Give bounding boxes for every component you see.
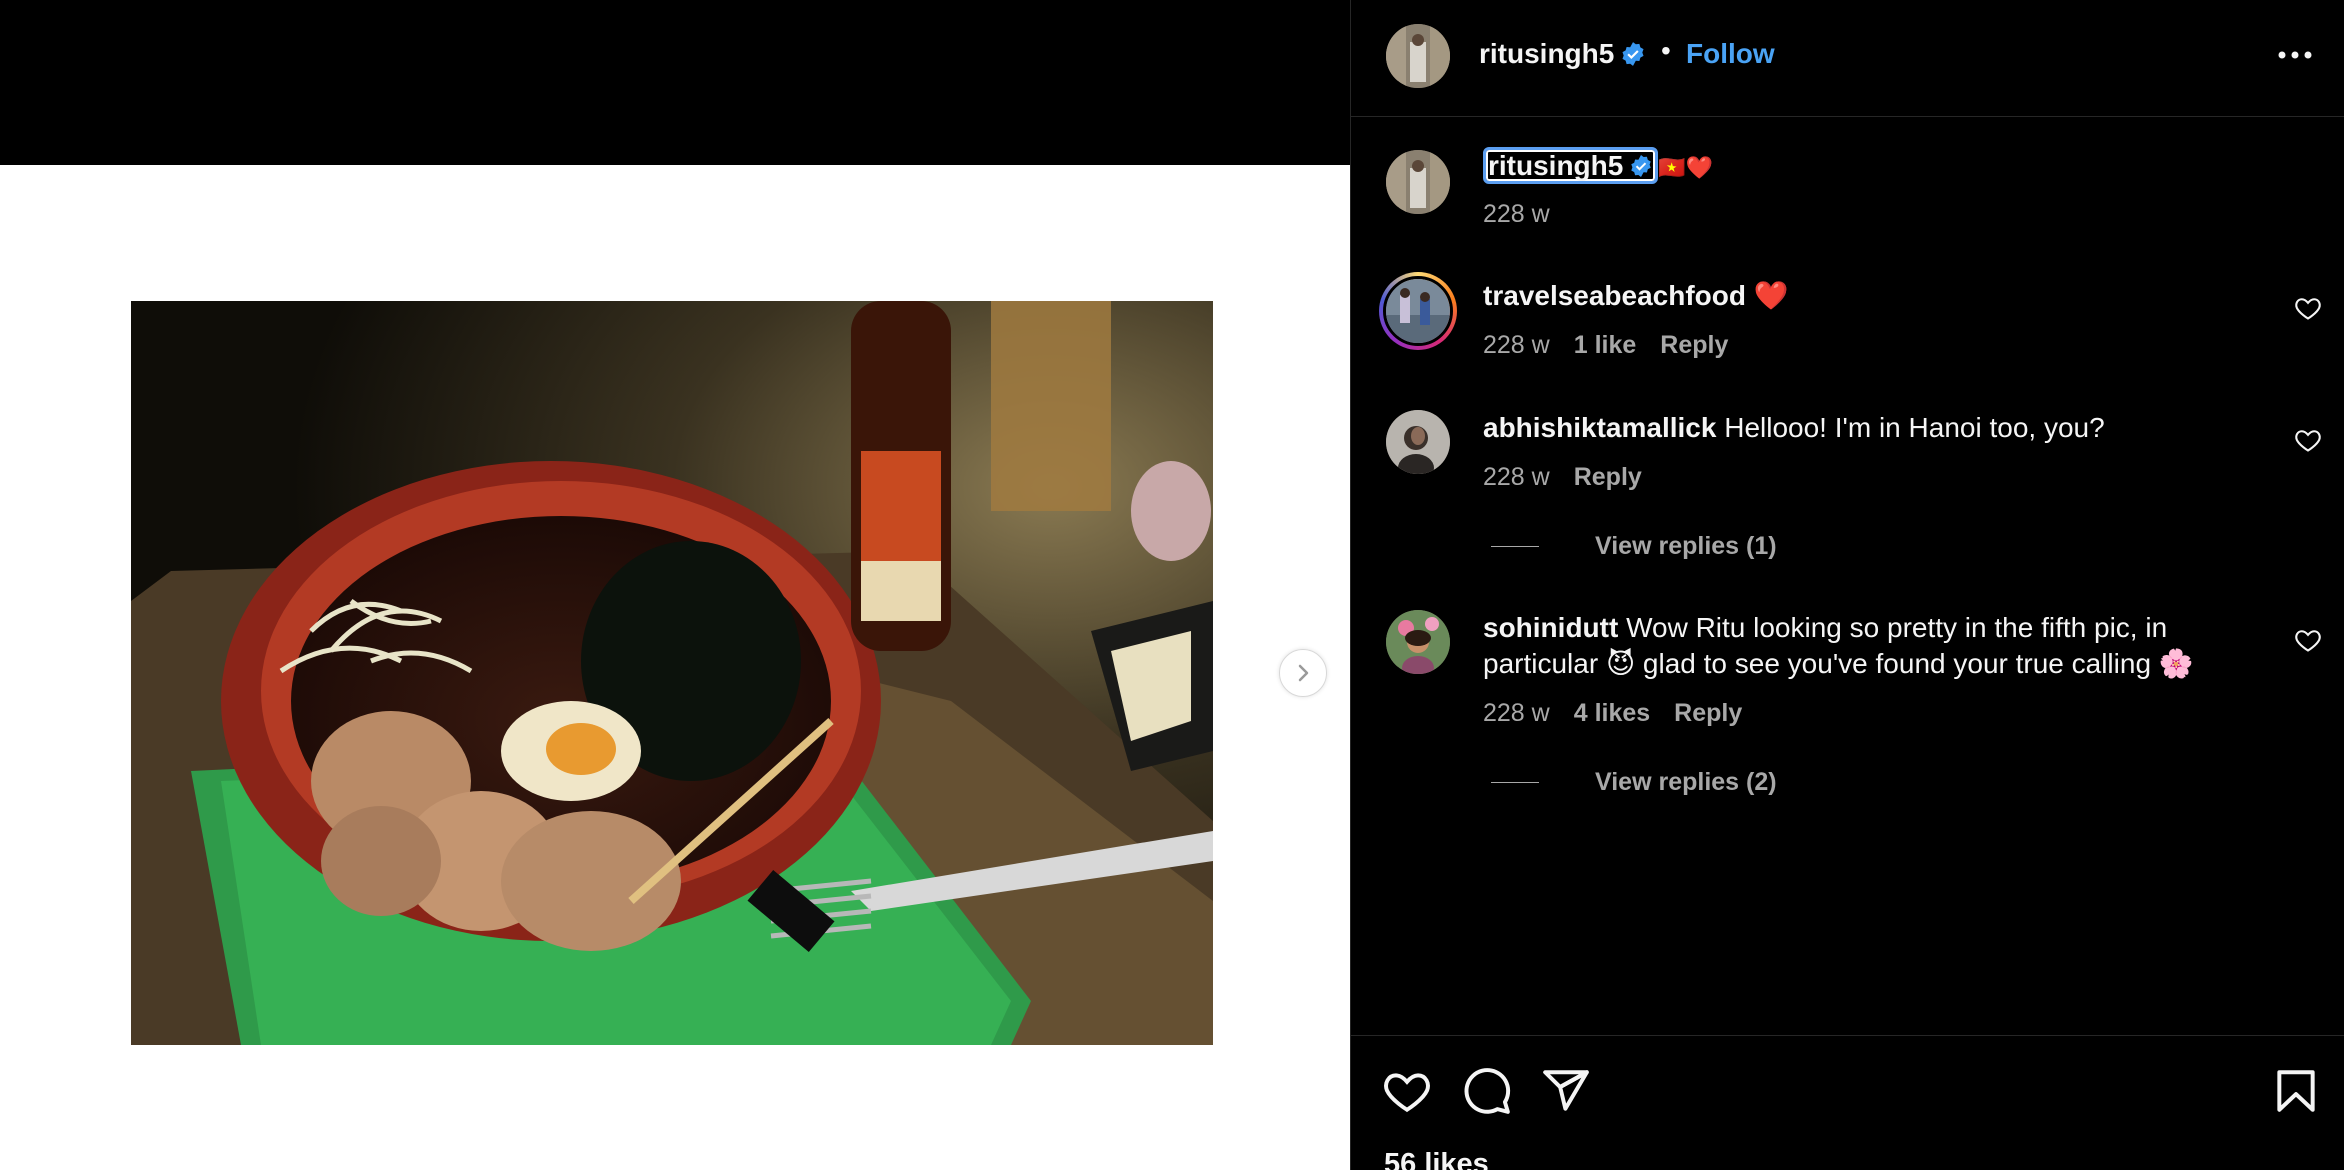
caption-meta: 228 w	[1483, 200, 1550, 229]
comment-body: ❤️	[1746, 280, 1789, 311]
comment-text: sohinidutt Wow Ritu looking so pretty in…	[1483, 610, 2243, 682]
reply-button[interactable]: Reply	[1674, 699, 1742, 728]
view-replies-button[interactable]: View replies (1)	[1491, 532, 1777, 561]
caption-body: 🇻🇳❤️	[1658, 155, 1714, 180]
comment-text: abhishiktamallick Hellooo! I'm in Hanoi …	[1483, 410, 2263, 446]
reply-button[interactable]: Reply	[1574, 463, 1642, 492]
commenter-avatar[interactable]	[1386, 410, 1450, 474]
caption-author-avatar-image	[1386, 150, 1450, 214]
header-separator: •	[1661, 35, 1671, 66]
heart-icon[interactable]	[2294, 626, 2322, 654]
caption-text-row: ritusingh5 🇻🇳❤️	[1483, 147, 2263, 186]
likes-count[interactable]: 56 likes	[1384, 1148, 1489, 1170]
author-username[interactable]: ritusingh5	[1479, 38, 1646, 70]
author-avatar[interactable]	[1386, 24, 1450, 88]
comment-meta: 228 w 4 likes Reply	[1483, 699, 1742, 728]
comment-body: Hellooo! I'm in Hanoi too, you?	[1716, 412, 2105, 443]
post-header: ritusingh5 • Follow	[1351, 0, 2344, 117]
commenter-avatar-story-ring[interactable]	[1379, 272, 1457, 350]
share-button[interactable]	[1541, 1066, 1591, 1116]
comment-username[interactable]: abhishiktamallick	[1483, 412, 1716, 443]
commenter-avatar[interactable]	[1386, 610, 1450, 674]
next-photo-button[interactable]	[1279, 649, 1327, 697]
comment-icon	[1464, 1068, 1511, 1114]
commenter-avatar-image	[1386, 610, 1450, 674]
reply-button[interactable]: Reply	[1660, 331, 1728, 360]
comment-meta: 228 w Reply	[1483, 463, 1642, 492]
caption-username-text[interactable]: ritusingh5	[1488, 150, 1623, 181]
like-button[interactable]	[1382, 1066, 1432, 1116]
media-pane	[0, 0, 1350, 1170]
comment-text: travelseabeachfood ❤️	[1483, 278, 2263, 314]
view-replies-label[interactable]: View replies (1)	[1595, 532, 1777, 561]
follow-button[interactable]: Follow	[1686, 38, 1775, 70]
author-avatar-image	[1386, 24, 1450, 88]
chevron-right-icon	[1298, 664, 1309, 682]
view-replies-button[interactable]: View replies (2)	[1491, 768, 1777, 797]
caption-username[interactable]: ritusingh5	[1483, 147, 1659, 184]
save-button[interactable]	[2271, 1066, 2321, 1116]
view-replies-divider	[1491, 782, 1539, 783]
author-username-text[interactable]: ritusingh5	[1479, 38, 1614, 69]
verified-badge-icon	[1622, 41, 1644, 66]
more-options-icon	[2278, 51, 2312, 59]
commenter-avatar-image	[1383, 276, 1453, 346]
view-replies-divider	[1491, 546, 1539, 547]
comment-username[interactable]: sohinidutt	[1483, 612, 1618, 643]
post-action-bar: 56 likes	[1351, 1035, 2344, 1170]
heart-icon[interactable]	[2294, 426, 2322, 454]
comment-time[interactable]: 228 w	[1483, 463, 1550, 492]
more-options-button[interactable]	[2275, 40, 2315, 70]
heart-icon	[1384, 1073, 1430, 1113]
caption-time[interactable]: 228 w	[1483, 200, 1550, 229]
comment-likes[interactable]: 4 likes	[1574, 699, 1650, 728]
comment-meta: 228 w 1 like Reply	[1483, 331, 1728, 360]
post-side-panel: ritusingh5 • Follow ritusingh5 🇻🇳❤️ 228 w	[1350, 0, 2344, 1170]
comment-time[interactable]: 228 w	[1483, 331, 1550, 360]
comment-button[interactable]	[1462, 1066, 1512, 1116]
verified-badge-icon	[1631, 154, 1652, 177]
view-replies-label[interactable]: View replies (2)	[1595, 768, 1777, 797]
heart-icon[interactable]	[2294, 294, 2322, 322]
media-letterbox-top	[0, 0, 1350, 165]
comment-likes[interactable]: 1 like	[1574, 331, 1637, 360]
bookmark-icon	[2277, 1070, 2315, 1112]
post-photo[interactable]	[131, 301, 1213, 1045]
comment-time[interactable]: 228 w	[1483, 699, 1550, 728]
comment-username[interactable]: travelseabeachfood	[1483, 280, 1746, 311]
ramen-photo-illustration	[131, 301, 1213, 1045]
commenter-avatar-image	[1386, 410, 1450, 474]
share-icon	[1543, 1070, 1589, 1111]
caption-author-avatar[interactable]	[1386, 150, 1450, 214]
